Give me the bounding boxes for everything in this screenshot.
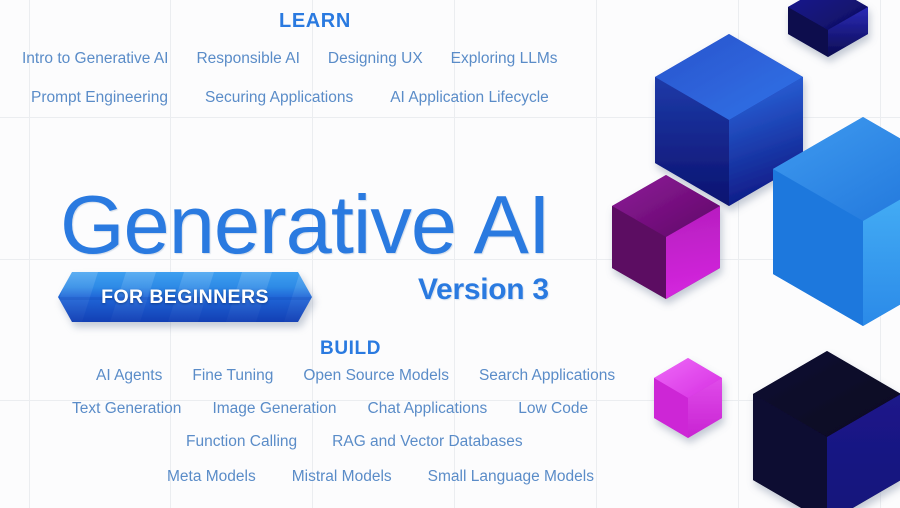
page-title: Generative AI [60, 178, 551, 271]
learn-topic[interactable]: Prompt Engineering [31, 89, 168, 107]
build-topic-row: Function Calling RAG and Vector Database… [186, 433, 523, 451]
build-topic[interactable]: Mistral Models [292, 468, 392, 486]
build-topic-row: Meta Models Mistral Models Small Languag… [167, 468, 594, 486]
poster-content: LEARN Intro to Generative AI Responsible… [0, 0, 900, 508]
build-topic-row: AI Agents Fine Tuning Open Source Models… [96, 367, 615, 385]
build-topic[interactable]: Image Generation [212, 400, 336, 418]
learn-topic-row: Intro to Generative AI Responsible AI De… [22, 50, 558, 68]
learn-topic-row: Prompt Engineering Securing Applications… [31, 89, 549, 107]
build-topic[interactable]: AI Agents [96, 367, 162, 385]
learn-topic[interactable]: Exploring LLMs [451, 50, 558, 68]
poster-canvas: LEARN Intro to Generative AI Responsible… [0, 0, 900, 508]
build-topic[interactable]: Small Language Models [428, 468, 594, 486]
build-topic[interactable]: Meta Models [167, 468, 256, 486]
build-topic-row: Text Generation Image Generation Chat Ap… [72, 400, 588, 418]
build-topic[interactable]: Chat Applications [368, 400, 488, 418]
learn-topic[interactable]: Designing UX [328, 50, 423, 68]
section-heading-build: BUILD [320, 338, 382, 359]
learn-topic[interactable]: Responsible AI [196, 50, 299, 68]
for-beginners-label: FOR BEGINNERS [101, 285, 269, 308]
build-topic[interactable]: Text Generation [72, 400, 181, 418]
learn-topic[interactable]: Securing Applications [205, 89, 353, 107]
learn-topic[interactable]: Intro to Generative AI [22, 50, 168, 68]
build-topic[interactable]: Low Code [518, 400, 588, 418]
learn-topic[interactable]: AI Application Lifecycle [390, 89, 549, 107]
build-topic[interactable]: Fine Tuning [192, 367, 273, 385]
for-beginners-badge: FOR BEGINNERS [58, 272, 312, 322]
version-label: Version 3 [418, 273, 549, 306]
section-heading-learn: LEARN [279, 10, 351, 32]
build-topic[interactable]: Search Applications [479, 367, 615, 385]
build-topic[interactable]: RAG and Vector Databases [332, 433, 522, 451]
build-topic[interactable]: Open Source Models [303, 367, 449, 385]
build-topic[interactable]: Function Calling [186, 433, 297, 451]
